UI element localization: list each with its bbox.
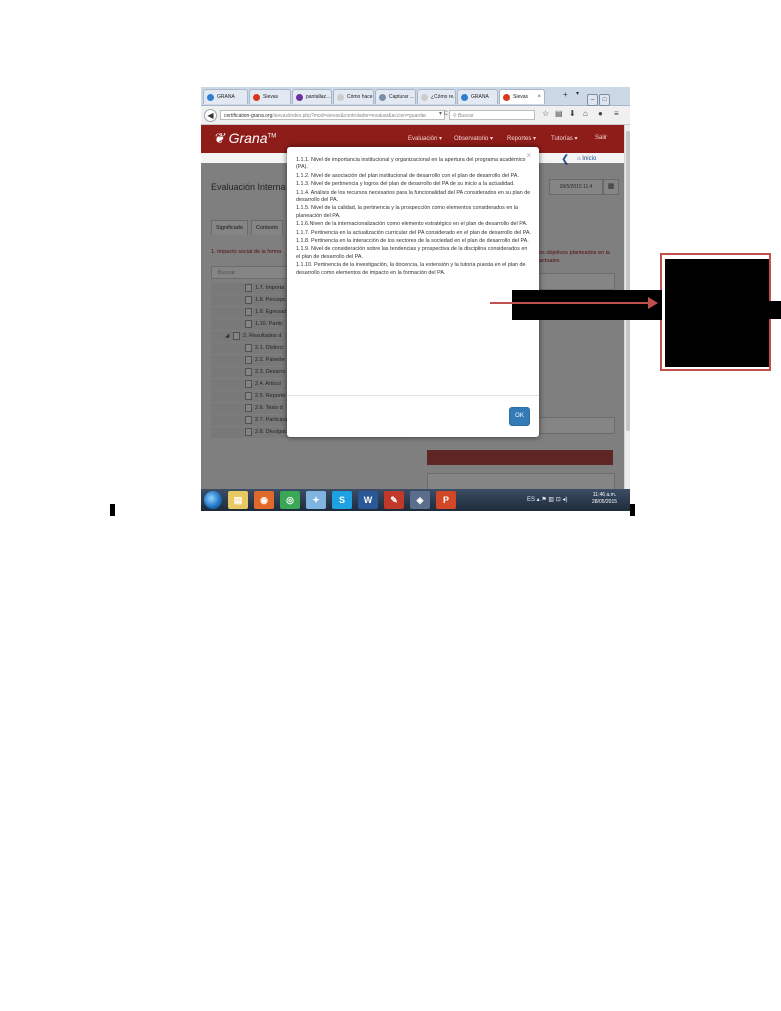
browser-tab[interactable]: Capturar ... <box>375 89 416 104</box>
tab-label: Sievas <box>263 94 279 100</box>
close-tab-icon[interactable]: × <box>537 90 541 104</box>
redacted-stub <box>769 301 781 319</box>
favicon-icon <box>461 94 468 101</box>
home-link[interactable]: ⌂ Inicio <box>577 156 596 162</box>
powerpoint-icon[interactable]: P <box>436 491 456 509</box>
redacted-arrow-bar <box>512 290 662 320</box>
home-icon[interactable]: ⌂ <box>583 109 588 118</box>
reload-icon[interactable]: ▾ C <box>439 110 448 117</box>
download-icon[interactable]: ⬇ <box>569 109 576 118</box>
browser-tab-bar: GRANA Sievas pantallaz... Cómo hacer ... Cap… <box>201 87 630 124</box>
favicon-icon <box>337 94 344 101</box>
pdf-icon[interactable]: ✎ <box>384 491 404 509</box>
window-controls: –□✕ <box>586 88 626 124</box>
new-tab-button[interactable]: + <box>563 90 568 99</box>
menu-icon[interactable]: ≡ <box>614 109 619 118</box>
browser-tab[interactable]: GRANA <box>203 89 248 104</box>
annotation-arrow-line <box>490 302 652 304</box>
explorer-icon[interactable]: ▤ <box>228 491 248 509</box>
clipboard-icon[interactable]: ▤ <box>555 109 563 118</box>
address-bar[interactable]: certification-grana.org/sievas/index.php… <box>220 110 445 120</box>
minimize-icon[interactable]: – <box>587 94 598 106</box>
system-tray[interactable]: ES ▴ ⚑ ▥ ⊡ ◂) <box>527 496 567 503</box>
browser-tab[interactable]: Sievas <box>249 89 291 104</box>
menu-tutorias[interactable]: Tutorías ▾ <box>551 135 577 142</box>
tab-label: Sievas <box>513 94 529 100</box>
indicator-text: 1.1.10. Pertinencia de la investigación,… <box>296 262 526 276</box>
firefox-icon[interactable]: ◉ <box>254 491 274 509</box>
media-icon[interactable]: ◈ <box>410 491 430 509</box>
tab-label: GRANA <box>217 94 235 100</box>
menu-reportes[interactable]: Reportes ▾ <box>507 135 536 142</box>
grana-logo[interactable]: ❦ GranaTM <box>213 130 276 147</box>
page-mark <box>110 504 115 516</box>
page-mark <box>630 504 635 516</box>
tab-label: ¿Cómo re... <box>431 94 456 100</box>
leaf-icon: ❦ <box>213 130 229 146</box>
favicon-icon <box>207 94 214 101</box>
tab-label: pantallaz... <box>306 94 331 100</box>
skype-icon[interactable]: S <box>332 491 352 509</box>
browser-tab[interactable]: Sievas × <box>499 89 545 104</box>
favicon-icon <box>421 94 428 101</box>
url-path: /sievas/index.php?mod=sievas&controlador… <box>272 113 427 119</box>
chrome-icon[interactable]: ◎ <box>280 491 300 509</box>
word-icon[interactable]: W <box>358 491 378 509</box>
bird-icon[interactable]: ✦ <box>306 491 326 509</box>
menu-salir[interactable]: Salir <box>595 135 607 141</box>
browser-tab[interactable]: ¿Cómo re... <box>417 89 456 104</box>
tab-list-button[interactable]: ▾ <box>576 90 579 97</box>
url-host: certification-grana.org <box>224 113 273 119</box>
indicator-text: 1.1.4. Análisis de los recursos necesari… <box>296 189 531 204</box>
star-icon[interactable]: ☆ <box>542 109 549 118</box>
indicator-text: 1.1.9. Nivel de consideración sobre las … <box>296 246 528 260</box>
indicator-text: 1.1.6.Niven de la internacionalización c… <box>296 221 528 228</box>
indicator-text: 1.1.2. Nivel de asociación del plan inst… <box>296 172 519 179</box>
arrow-head-icon <box>648 297 658 309</box>
favicon-icon <box>296 94 303 101</box>
indicator-text: 1.1.5. Nivel de la calidad, la pertinenc… <box>296 205 519 219</box>
indicator-text: 1.1.3. Nivel de pertinencia y logros del… <box>296 181 515 188</box>
indicators-dialog: × 1.1.1. Nivel de importancia institucio… <box>287 147 539 437</box>
search-placeholder: Buscar <box>458 113 474 119</box>
menu-observatorio[interactable]: Observatorio ▾ <box>454 135 493 142</box>
indicator-text: 1.1.8. Pertinencia en la interacción de … <box>296 238 529 245</box>
chat-icon[interactable]: ● <box>598 109 603 118</box>
taskbar-clock[interactable]: 11:46 a.m. 28/05/2015 <box>592 492 617 506</box>
back-button[interactable]: ◀ <box>204 109 217 122</box>
indicator-text: 1.1.7. Pertinencia en la actualización c… <box>296 229 532 236</box>
favicon-icon <box>379 94 386 101</box>
redacted-callout <box>665 259 769 367</box>
favicon-icon <box>503 94 510 101</box>
start-button[interactable] <box>204 491 222 509</box>
browser-tab[interactable]: pantallaz... <box>292 89 332 104</box>
scrollbar-thumb[interactable] <box>626 131 630 431</box>
browser-tab[interactable]: GRANA <box>457 89 498 104</box>
tab-label: Cómo hacer ... <box>347 94 374 100</box>
menu-evaluacion[interactable]: Evaluación ▾ <box>408 135 442 142</box>
tab-label: GRANA <box>471 94 489 100</box>
browser-search-input[interactable]: ⚲ Buscar <box>449 110 535 120</box>
browser-nav-bar: ◀ certification-grana.org/sievas/index.p… <box>201 106 630 125</box>
favicon-icon <box>253 94 260 101</box>
maximize-icon[interactable]: □ <box>599 94 610 106</box>
clock-time: 11:46 a.m. <box>592 492 617 498</box>
dialog-divider <box>287 395 539 396</box>
dialog-body: 1.1.1. Nivel de importancia instituciona… <box>296 157 532 278</box>
indicator-text: 1.1.1. Nivel de importancia instituciona… <box>296 157 526 171</box>
ok-button[interactable]: OK <box>509 407 530 426</box>
tab-label: Capturar ... <box>389 94 415 100</box>
windows-taskbar: ▤ ◉ ◎ ✦ S W ✎ ◈ P ES ▴ ⚑ ▥ ⊡ ◂) 11:46 a.m. 28/05… <box>201 489 630 511</box>
clock-date: 28/05/2015 <box>592 499 618 505</box>
browser-tab[interactable]: Cómo hacer ... <box>333 89 374 104</box>
